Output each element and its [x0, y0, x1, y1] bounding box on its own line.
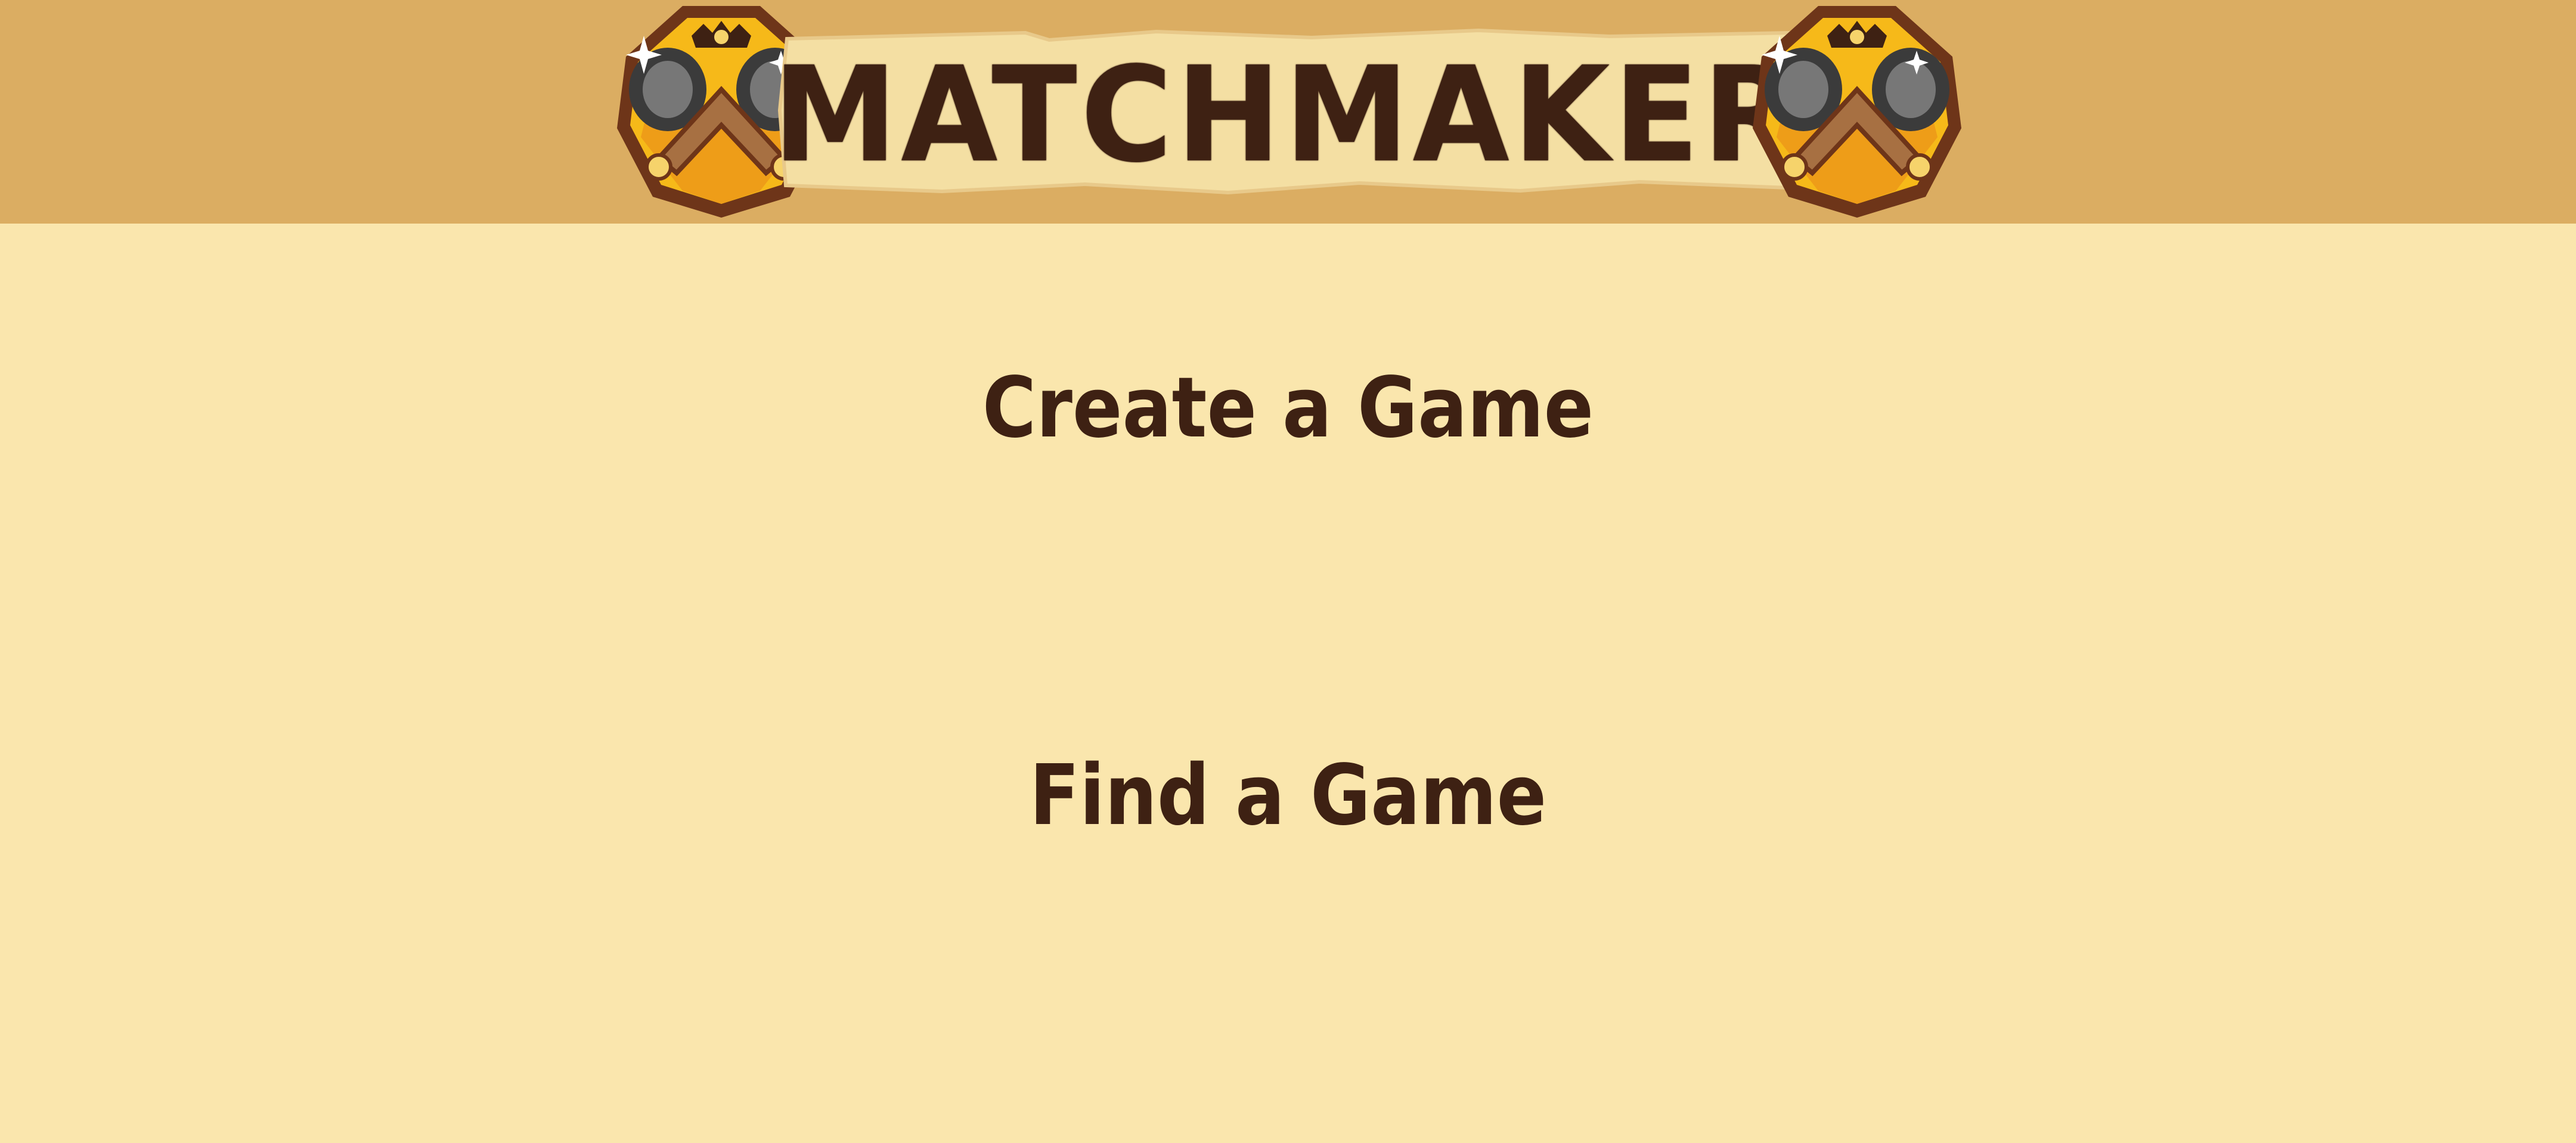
page-title: MATCHMAKER — [773, 38, 1803, 192]
cannon-emblem-icon — [1747, 0, 1967, 221]
title-banner: MATCHMAKER — [773, 27, 1800, 197]
create-game-button[interactable]: Create a Game — [154, 358, 2421, 459]
find-game-button[interactable]: Find a Game — [154, 745, 2421, 847]
